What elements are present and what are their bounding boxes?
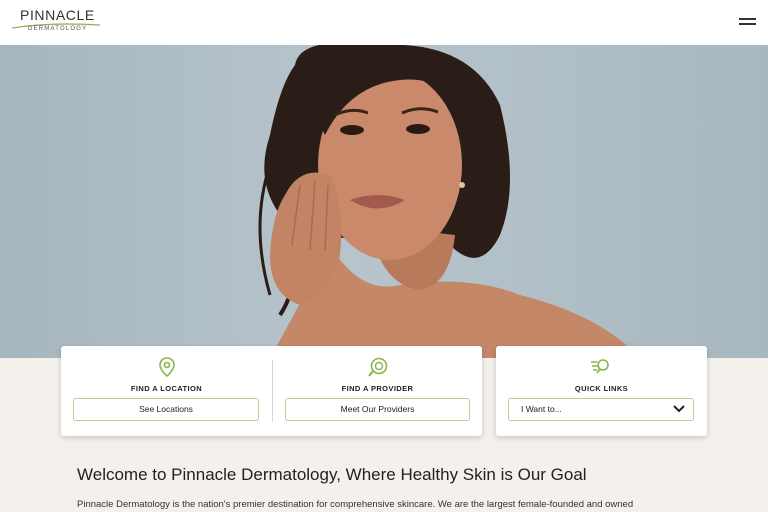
hero-woman-photo bbox=[258, 45, 640, 358]
see-locations-button[interactable]: See Locations bbox=[73, 398, 259, 421]
i-want-to-dropdown[interactable]: I Want to... bbox=[508, 398, 694, 421]
hamburger-menu-icon[interactable] bbox=[736, 15, 758, 29]
find-card: FIND A LOCATION See Locations FIND A PRO… bbox=[61, 346, 482, 436]
find-location-title: FIND A LOCATION bbox=[130, 384, 203, 393]
chevron-down-icon bbox=[673, 405, 685, 413]
meet-providers-button[interactable]: Meet Our Providers bbox=[285, 398, 470, 421]
provider-search-icon bbox=[368, 357, 388, 377]
find-provider-section: FIND A PROVIDER Meet Our Providers bbox=[273, 346, 482, 436]
logo-subtitle: DERMATOLOGY bbox=[28, 26, 88, 32]
find-provider-title: FIND A PROVIDER bbox=[341, 384, 414, 393]
quick-links-search-icon bbox=[591, 359, 609, 374]
quick-links-title: QUICK LINKS bbox=[574, 384, 629, 393]
welcome-heading: Welcome to Pinnacle Dermatology, Where H… bbox=[77, 465, 587, 484]
intro-paragraph: Pinnacle Dermatology is the nation's pre… bbox=[77, 499, 634, 510]
hero-banner bbox=[0, 45, 768, 358]
site-header: PINNACLE DERMATOLOGY bbox=[0, 0, 768, 45]
quick-links-card: QUICK LINKS I Want to... bbox=[496, 346, 707, 436]
find-location-section: FIND A LOCATION See Locations bbox=[61, 346, 272, 436]
pinnacle-logo[interactable]: PINNACLE DERMATOLOGY bbox=[10, 7, 101, 39]
map-pin-icon bbox=[159, 357, 175, 378]
dropdown-selected-value: I Want to... bbox=[521, 404, 562, 414]
